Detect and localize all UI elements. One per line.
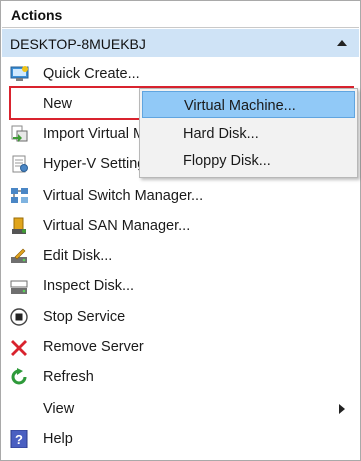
action-quick-create[interactable]: Quick Create... <box>2 59 359 89</box>
action-label: New <box>43 96 73 112</box>
action-label: Inspect Disk... <box>43 278 135 294</box>
pane-header: Actions <box>2 2 359 28</box>
help-icon: ? <box>10 429 30 449</box>
action-edit-disk[interactable]: Edit Disk... <box>2 241 359 271</box>
switch-manager-icon <box>10 187 30 205</box>
action-inspect-disk[interactable]: Inspect Disk... <box>2 271 359 301</box>
action-label: Stop Service <box>43 309 126 325</box>
new-flyout-menu: Virtual Machine... Hard Disk... Floppy D… <box>139 88 358 178</box>
action-view[interactable]: View <box>2 394 359 424</box>
remove-icon <box>10 338 30 356</box>
action-label: Hyper-V Settings <box>43 156 153 172</box>
stop-icon <box>10 308 30 326</box>
action-label: Virtual Switch Manager... <box>43 188 204 204</box>
import-vm-icon <box>10 125 30 143</box>
san-manager-icon <box>10 217 30 235</box>
quick-create-icon <box>10 65 30 83</box>
submenu-arrow-icon <box>339 404 345 414</box>
flyout-item-virtual-machine[interactable]: Virtual Machine... <box>142 91 355 118</box>
action-label: Virtual SAN Manager... <box>43 218 191 234</box>
action-label: Refresh <box>43 369 94 385</box>
action-remove-server[interactable]: Remove Server <box>2 332 359 362</box>
edit-disk-icon <box>10 247 30 265</box>
action-help[interactable]: ? Help <box>2 424 359 454</box>
action-label: Quick Create... <box>43 66 140 82</box>
svg-text:?: ? <box>15 432 23 447</box>
action-label: Edit Disk... <box>43 248 113 264</box>
flyout-item-hard-disk[interactable]: Hard Disk... <box>142 120 355 147</box>
action-virtual-san-manager[interactable]: Virtual SAN Manager... <box>2 211 359 241</box>
server-section-header[interactable]: DESKTOP-8MUEKBJ <box>2 29 359 57</box>
server-name-label: DESKTOP-8MUEKBJ <box>10 36 146 52</box>
actions-pane: Actions DESKTOP-8MUEKBJ Quick Create... … <box>0 0 361 461</box>
action-label: Import Virtual M <box>43 126 146 142</box>
refresh-icon <box>10 368 30 386</box>
inspect-disk-icon <box>10 277 30 295</box>
pane-title: Actions <box>11 7 63 23</box>
collapse-caret-icon[interactable] <box>337 40 347 46</box>
action-stop-service[interactable]: Stop Service <box>2 302 359 332</box>
flyout-item-label: Floppy Disk... <box>183 153 271 169</box>
flyout-item-label: Virtual Machine... <box>184 98 296 114</box>
action-label: View <box>43 401 75 417</box>
flyout-item-floppy-disk[interactable]: Floppy Disk... <box>142 147 355 174</box>
action-virtual-switch-manager[interactable]: Virtual Switch Manager... <box>2 181 359 211</box>
flyout-item-label: Hard Disk... <box>183 126 259 142</box>
action-refresh[interactable]: Refresh <box>2 362 359 392</box>
action-label: Remove Server <box>43 339 144 355</box>
action-label: Help <box>43 431 73 447</box>
settings-icon <box>10 155 30 173</box>
